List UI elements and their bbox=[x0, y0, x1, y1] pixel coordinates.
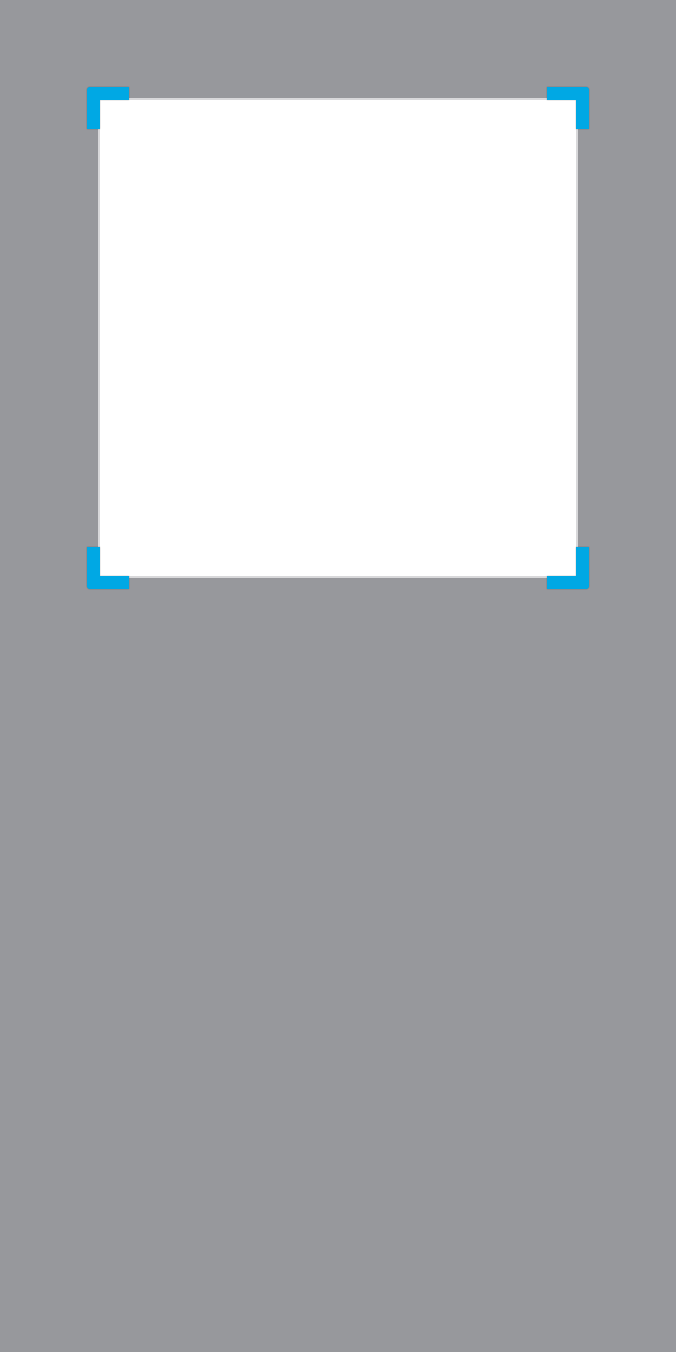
crop-handle-top-left-icon[interactable] bbox=[87, 87, 129, 129]
crop-handle-bottom-left-icon[interactable] bbox=[87, 547, 129, 589]
crop-handle-bottom-right-icon[interactable] bbox=[547, 547, 589, 589]
crop-area[interactable] bbox=[98, 98, 578, 578]
crop-screen: { "colors": { "background": "#97989c", "… bbox=[0, 0, 676, 1352]
crop-handle-top-right-icon[interactable] bbox=[547, 87, 589, 129]
